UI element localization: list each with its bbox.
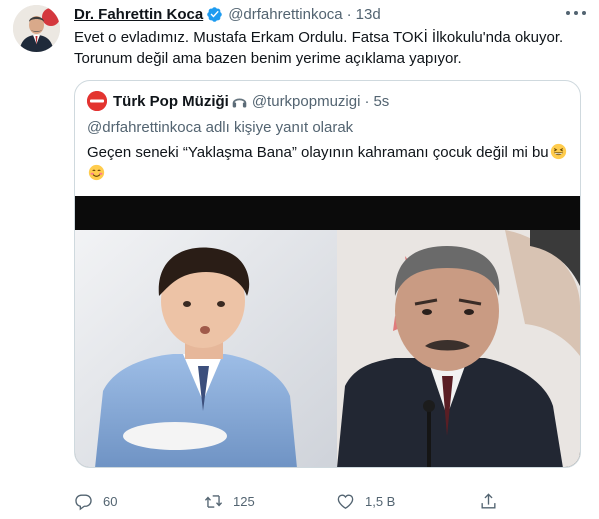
- reply-count: 60: [103, 493, 118, 509]
- headphones-emoji-icon: [231, 93, 248, 110]
- quoted-author-avatar[interactable]: [87, 91, 107, 111]
- tweet-text-line: Evet o evladımız. Mustafa Erkam Ordulu. …: [74, 29, 564, 46]
- heart-icon: [337, 493, 354, 509]
- tweet-text-line: Torunum değil ama bazen benim yerime açı…: [74, 50, 462, 67]
- retweet-button[interactable]: 125: [204, 490, 255, 512]
- more-options-icon[interactable]: [566, 10, 586, 16]
- tweet-text: Evet o evladımız. Mustafa Erkam Ordulu. …: [74, 27, 584, 69]
- reply-to-label: @drfahrettinkoca adlı kişiye yanıt olara…: [87, 119, 354, 136]
- smiling-face-icon: [88, 164, 105, 181]
- quoted-tweet-image[interactable]: [75, 196, 580, 467]
- header-separator: ·: [346, 5, 352, 23]
- tweet-actions: 60 125 1,5 B: [74, 490, 514, 512]
- quoted-author-name[interactable]: Türk Pop Müziği: [113, 93, 229, 110]
- quoted-header-separator: ·: [364, 92, 370, 110]
- quoted-tweet-timestamp[interactable]: 5s: [373, 93, 389, 110]
- share-icon: [481, 492, 496, 509]
- author-name[interactable]: Dr. Fahrettin Koca: [74, 6, 203, 23]
- tweet-timestamp[interactable]: 13d: [356, 6, 381, 23]
- author-handle[interactable]: @drfahrettinkoca: [228, 6, 342, 23]
- tweet-container[interactable]: Dr. Fahrettin Koca @drfahrettinkoca · 13…: [0, 0, 599, 519]
- share-button[interactable]: [479, 490, 498, 512]
- retweet-icon: [204, 494, 223, 508]
- tweet-header: Dr. Fahrettin Koca @drfahrettinkoca · 13…: [74, 4, 381, 24]
- quoted-tweet[interactable]: Türk Pop Müziği @turkpopmuzigi · 5s @drf…: [74, 80, 581, 468]
- author-avatar[interactable]: [13, 5, 60, 52]
- retweet-count: 125: [233, 493, 255, 509]
- reply-button[interactable]: 60: [74, 490, 117, 512]
- reply-icon: [75, 493, 92, 510]
- quoted-tweet-header: Türk Pop Müziği @turkpopmuzigi · 5s: [87, 91, 389, 111]
- like-button[interactable]: 1,5 B: [336, 490, 395, 512]
- quoted-author-handle[interactable]: @turkpopmuzigi: [252, 93, 361, 110]
- quoted-tweet-text: Geçen seneki “Yaklaşma Bana” olayının ka…: [87, 142, 572, 184]
- verified-badge-icon: [206, 6, 223, 23]
- quoted-tweet-text-content: Geçen seneki “Yaklaşma Bana” olayının ka…: [87, 144, 549, 161]
- like-count: 1,5 B: [365, 493, 396, 509]
- grinning-squinting-face-icon: [550, 143, 567, 160]
